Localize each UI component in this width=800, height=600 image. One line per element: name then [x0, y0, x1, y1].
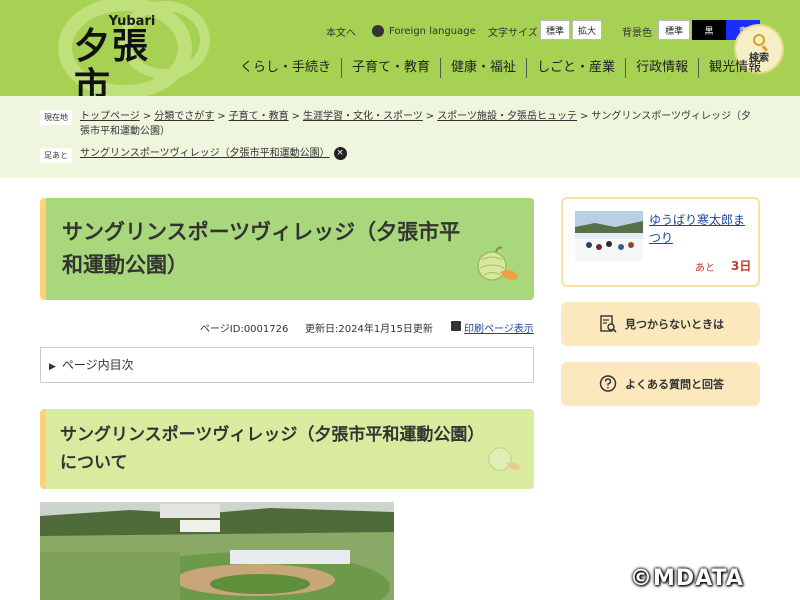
park-photo: [40, 502, 394, 600]
globe-icon: [372, 25, 384, 37]
not-found-help-button[interactable]: 見つからないときは: [561, 302, 760, 346]
updated-date: 更新日:2024年1月15日更新: [305, 324, 433, 335]
triangle-right-icon: ▶: [49, 362, 56, 372]
current-location-label: 現在地: [40, 110, 72, 125]
melon-icon: [488, 447, 521, 471]
event-remaining-label: あと: [695, 263, 715, 274]
page-title: サングリンスポーツヴィレッジ（夕張市平和運動公園）: [62, 220, 461, 277]
nav-work[interactable]: しごと・産業: [526, 58, 625, 78]
melon-icon: [477, 246, 518, 281]
document-search-icon: [600, 315, 617, 333]
breadcrumb-link[interactable]: 生涯学習・文化・スポーツ: [303, 111, 423, 122]
foreign-language-link[interactable]: Foreign language: [372, 22, 476, 40]
event-remaining-days: 3日: [731, 259, 752, 273]
faq-label: よくある質問と回答: [625, 378, 724, 391]
question-bubble-icon: [599, 375, 617, 392]
printer-icon: [451, 321, 461, 331]
breadcrumb-link[interactable]: トップページ: [80, 111, 140, 122]
event-title-link[interactable]: ゆうばり寒太郎まつり: [649, 211, 749, 247]
site-header: Yubari 夕張市 本文へ Foreign language 文字サイズ 標準…: [0, 0, 800, 96]
font-size-standard-button[interactable]: 標準: [540, 20, 570, 40]
global-nav: くらし・手続き 子育て・教育 健康・福祉 しごと・産業 行政情報 観光情報: [230, 58, 771, 78]
nav-childcare[interactable]: 子育て・教育: [341, 58, 440, 78]
bg-black-button[interactable]: 黒: [692, 20, 726, 40]
section-heading-box: サングリンスポーツヴィレッジ（夕張市平和運動公園）について: [40, 409, 534, 489]
toc-label: ページ内目次: [61, 358, 134, 372]
breadcrumb-link[interactable]: スポーツ施設・夕張岳ヒュッテ: [437, 111, 577, 122]
nav-health[interactable]: 健康・福祉: [440, 58, 526, 78]
site-logo[interactable]: Yubari 夕張市: [74, 14, 184, 96]
nav-admin[interactable]: 行政情報: [625, 58, 698, 78]
print-link[interactable]: 印刷ページ表示: [464, 320, 534, 335]
breadcrumb-link[interactable]: 子育て・教育: [229, 111, 289, 122]
footprint: サングリンスポーツヴィレッジ（夕張市平和運動公園） ×: [80, 146, 760, 161]
event-countdown-card[interactable]: ゆうばり寒太郎まつり あと 3日: [561, 197, 760, 287]
page-title-box: サングリンスポーツヴィレッジ（夕張市平和運動公園）: [40, 198, 534, 300]
breadcrumb: トップページ > 分類でさがす > 子育て・教育 > 生涯学習・文化・スポーツ > スポーツ施設…: [80, 111, 751, 137]
section-heading: サングリンスポーツヴィレッジ（夕張市平和運動公園）について: [60, 425, 476, 473]
skip-to-content-link[interactable]: 本文へ: [326, 22, 356, 40]
nav-living[interactable]: くらし・手続き: [230, 58, 341, 78]
event-photo: [575, 211, 643, 261]
close-icon[interactable]: ×: [333, 146, 347, 160]
breadcrumb-area: 現在地 トップページ > 分類でさがす > 子育て・教育 > 生涯学習・文化・スポーツ > スポ…: [0, 96, 800, 178]
font-size-large-button[interactable]: 拡大: [572, 20, 602, 40]
faq-button[interactable]: よくある質問と回答: [561, 362, 760, 406]
breadcrumb-link[interactable]: 分類でさがす: [154, 111, 214, 122]
foreign-language-label: Foreign language: [389, 25, 476, 37]
bg-standard-button[interactable]: 標準: [658, 20, 690, 40]
background-color-label: 背景色: [622, 27, 652, 39]
footprint-link[interactable]: サングリンスポーツヴィレッジ（夕張市平和運動公園）: [80, 148, 330, 159]
search-icon: [753, 34, 765, 46]
not-found-help-label: 見つからないときは: [625, 318, 724, 331]
footprint-label: 足あと: [40, 148, 72, 163]
logo-kanji: 夕張市: [74, 26, 151, 97]
table-of-contents-toggle[interactable]: ▶ ページ内目次: [40, 347, 534, 383]
page-id: ページID:0001726: [200, 324, 289, 335]
nav-tourism[interactable]: 観光情報: [698, 58, 771, 78]
watermark: ©MDATA: [630, 566, 744, 591]
font-size-label: 文字サイズ: [488, 27, 538, 39]
